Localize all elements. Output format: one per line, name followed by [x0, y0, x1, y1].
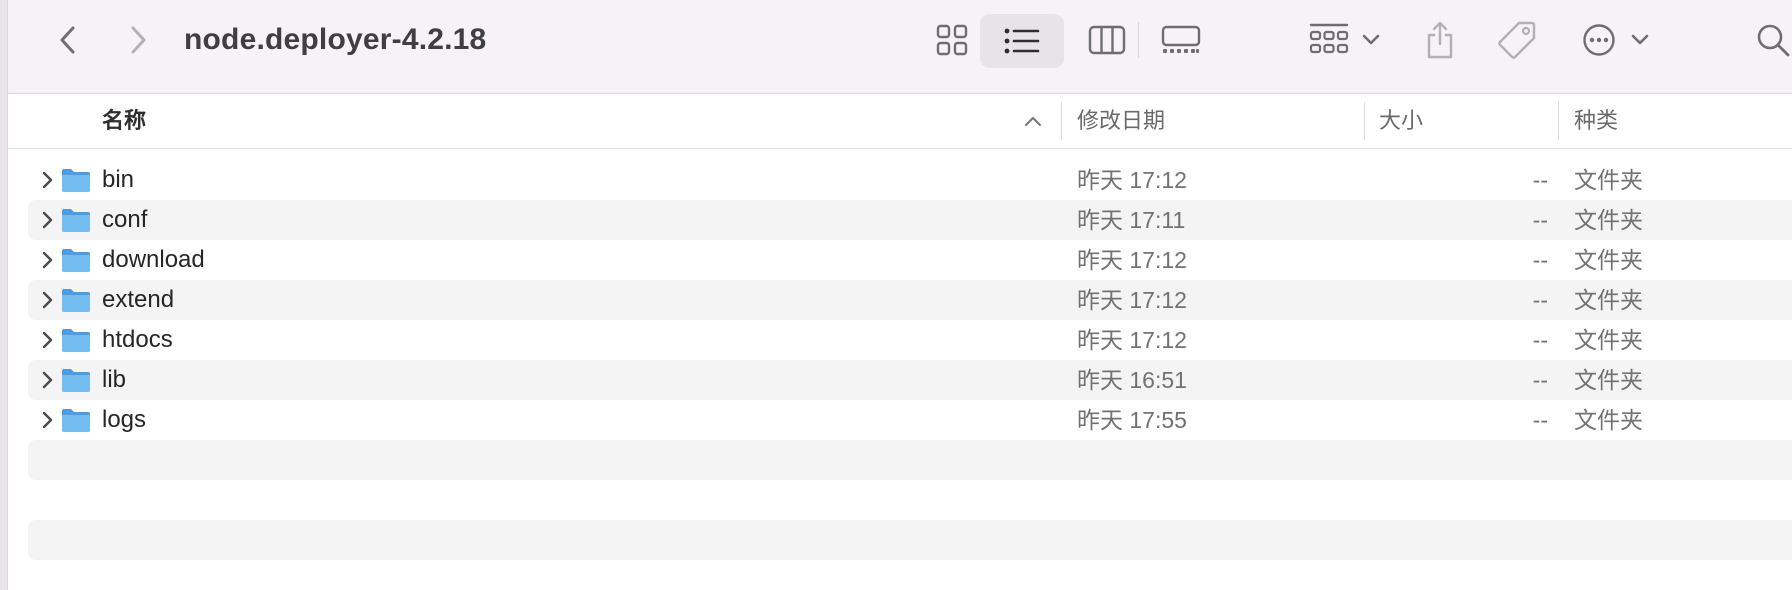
disclosure-triangle-icon[interactable]	[36, 329, 58, 351]
gallery-view-button[interactable]	[1156, 17, 1206, 63]
disclosure-triangle-icon[interactable]	[36, 209, 58, 231]
file-row[interactable]: download 昨天 17:12 -- 文件夹	[8, 240, 1792, 280]
column-separator[interactable]	[1558, 102, 1559, 140]
file-date-modified: 昨天 16:51	[1077, 367, 1187, 393]
file-kind: 文件夹	[1574, 207, 1643, 233]
forward-button[interactable]	[118, 18, 158, 62]
file-name: htdocs	[102, 326, 173, 353]
folder-icon	[62, 409, 90, 432]
more-actions-button[interactable]	[1576, 17, 1656, 63]
folder-icon	[62, 209, 90, 232]
empty-row-stripe	[28, 440, 1792, 480]
chevron-right-icon	[131, 26, 146, 54]
file-date-modified: 昨天 17:11	[1077, 207, 1186, 233]
group-by-button[interactable]	[1302, 17, 1388, 63]
file-row[interactable]: htdocs 昨天 17:12 -- 文件夹	[8, 320, 1792, 360]
file-kind: 文件夹	[1574, 407, 1643, 433]
chevron-down-icon	[1631, 34, 1649, 45]
file-name: extend	[102, 286, 175, 313]
disclosure-triangle-icon[interactable]	[36, 249, 58, 271]
tag-icon	[1498, 21, 1536, 59]
file-name: download	[102, 246, 205, 273]
toolbar: node.deployer-4.2.18	[8, 0, 1792, 94]
file-name: lib	[102, 366, 127, 393]
file-kind: 文件夹	[1574, 327, 1643, 353]
folder-icon	[62, 369, 90, 392]
folder-icon	[62, 249, 90, 272]
file-row[interactable]: conf 昨天 17:11 -- 文件夹	[8, 200, 1792, 240]
file-kind: 文件夹	[1574, 287, 1643, 313]
file-name: conf	[102, 206, 148, 233]
chevron-down-icon	[1362, 34, 1380, 45]
tags-button[interactable]	[1492, 15, 1542, 65]
icon-view-button[interactable]	[930, 17, 974, 63]
disclosure-triangle-icon[interactable]	[36, 369, 58, 391]
folder-icon	[62, 169, 90, 192]
file-kind: 文件夹	[1574, 247, 1643, 273]
share-icon	[1427, 21, 1453, 59]
column-header-size[interactable]: 大小	[1379, 94, 1423, 148]
file-row[interactable]: lib 昨天 16:51 -- 文件夹	[8, 360, 1792, 400]
column-header-date-modified[interactable]: 修改日期	[1077, 94, 1165, 148]
file-kind: 文件夹	[1574, 367, 1643, 393]
column-separator[interactable]	[1364, 102, 1365, 140]
ellipsis-circle-icon	[1583, 24, 1615, 56]
file-size: --	[1532, 207, 1548, 233]
sort-ascending-icon	[1022, 110, 1044, 132]
file-row[interactable]: bin 昨天 17:12 -- 文件夹	[8, 160, 1792, 200]
file-date-modified: 昨天 17:12	[1077, 167, 1187, 193]
file-size: --	[1532, 327, 1548, 353]
file-date-modified: 昨天 17:12	[1077, 327, 1187, 353]
group-by-icon	[1309, 23, 1349, 54]
toolbar-divider	[1138, 22, 1139, 58]
window-title: node.deployer-4.2.18	[184, 23, 487, 56]
file-date-modified: 昨天 17:12	[1077, 287, 1187, 313]
file-row[interactable]: extend 昨天 17:12 -- 文件夹	[8, 280, 1792, 320]
disclosure-triangle-icon[interactable]	[36, 409, 58, 431]
file-size: --	[1532, 287, 1548, 313]
disclosure-triangle-icon[interactable]	[36, 169, 58, 191]
file-size: --	[1532, 167, 1548, 193]
search-icon	[1757, 24, 1790, 57]
list-view-icon	[1004, 28, 1040, 54]
column-header: 名称 修改日期 大小 种类	[8, 94, 1792, 149]
chevron-left-icon	[60, 26, 75, 54]
column-view-button[interactable]	[1084, 17, 1130, 63]
file-name: logs	[102, 406, 147, 433]
column-header-kind[interactable]: 种类	[1574, 94, 1618, 148]
grid-view-icon	[936, 24, 968, 56]
file-size: --	[1532, 247, 1548, 273]
file-date-modified: 昨天 17:12	[1077, 247, 1187, 273]
folder-icon	[62, 329, 90, 352]
folder-icon	[62, 289, 90, 312]
finder-window: node.deployer-4.2.18 名称 修改日期 大小 种类 bin 昨…	[0, 0, 1792, 590]
column-header-name[interactable]: 名称	[102, 94, 146, 148]
file-list: bin 昨天 17:12 -- 文件夹 conf 昨天 17:11 -- 文件夹…	[8, 160, 1792, 440]
share-button[interactable]	[1416, 15, 1464, 65]
file-size: --	[1532, 367, 1548, 393]
file-kind: 文件夹	[1574, 167, 1643, 193]
file-date-modified: 昨天 17:55	[1077, 407, 1187, 433]
disclosure-triangle-icon[interactable]	[36, 289, 58, 311]
search-button[interactable]	[1750, 17, 1792, 63]
file-size: --	[1532, 407, 1548, 433]
column-separator[interactable]	[1061, 102, 1062, 140]
column-view-icon	[1088, 25, 1126, 55]
file-row[interactable]: logs 昨天 17:55 -- 文件夹	[8, 400, 1792, 440]
list-view-button[interactable]	[980, 14, 1064, 68]
empty-row-stripe	[28, 520, 1792, 560]
file-name: bin	[102, 166, 135, 193]
gallery-view-icon	[1161, 25, 1201, 53]
back-button[interactable]	[48, 18, 88, 62]
sidebar-edge	[0, 0, 8, 590]
